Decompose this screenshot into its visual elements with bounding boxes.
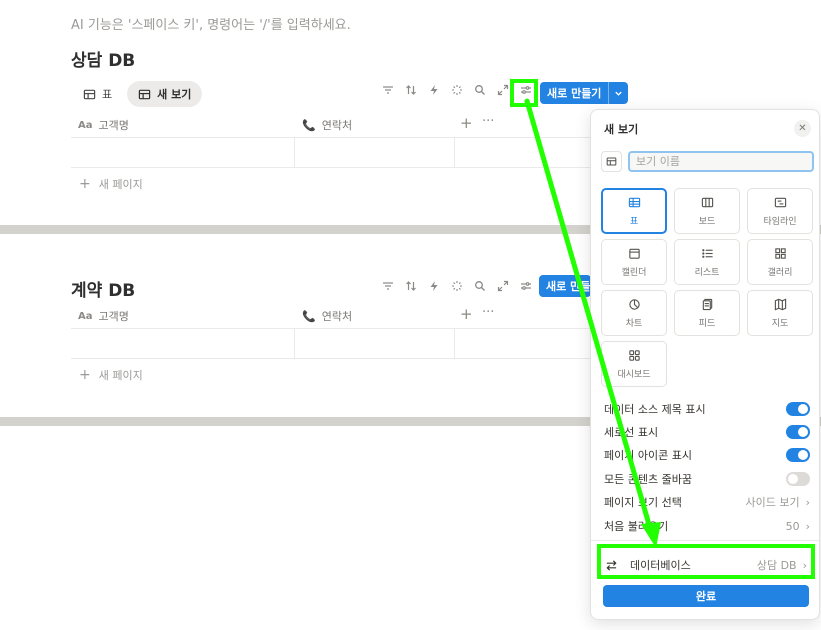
annotation-arrow [524, 98, 661, 548]
